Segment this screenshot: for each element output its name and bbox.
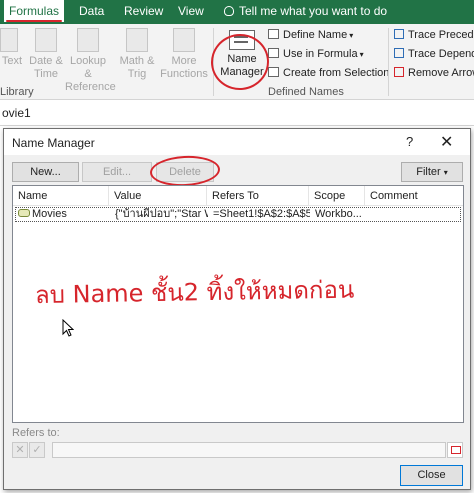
math-trig-button[interactable]: Math & Trig: [117, 28, 157, 81]
filter-label: Filter: [416, 166, 441, 178]
text-functions-label: Text: [1, 55, 23, 67]
trace-dependents-label: Trace Depende: [408, 48, 474, 60]
column-header-refers-to[interactable]: Refers To: [207, 186, 309, 206]
bulb-icon: [224, 6, 234, 16]
name-tag-icon: [18, 209, 30, 217]
cell-refers-to: =Sheet1!$A$2:$A$5: [213, 208, 310, 220]
red-circle-annotation: [149, 154, 221, 188]
column-header-scope[interactable]: Scope: [309, 186, 365, 206]
column-header-name[interactable]: Name: [13, 186, 109, 206]
defined-names-group-label: Defined Names: [268, 86, 344, 98]
trace-dependents-icon: [394, 48, 404, 58]
dialog-title: Name Manager: [12, 136, 95, 150]
text-functions-button[interactable]: Text: [0, 28, 24, 68]
name-manager-dialog: Name Manager ? ✕ New... Edit... Delete F…: [3, 128, 471, 490]
text-icon: [0, 28, 18, 52]
math-trig-label: Math & Trig: [119, 55, 155, 80]
remove-arrows-button[interactable]: Remove Arrow: [394, 64, 474, 82]
chevron-down-icon: ▾: [359, 50, 364, 59]
more-functions-button[interactable]: More Functions: [158, 28, 210, 81]
cell-name: Movies: [18, 208, 110, 221]
cursor-icon: [62, 319, 74, 337]
cancel-edit-icon[interactable]: ✕: [12, 442, 28, 458]
collapse-dialog-icon[interactable]: [447, 442, 463, 458]
edit-button[interactable]: Edit...: [82, 162, 152, 182]
define-name-icon: [268, 29, 279, 39]
cell-name-text: Movies: [32, 208, 67, 220]
create-from-selection-button[interactable]: Create from Selection: [268, 64, 389, 82]
cell-scope: Workbo...: [315, 208, 362, 220]
lookup-reference-button[interactable]: Lookup & Reference: [65, 28, 116, 94]
red-underline-annotation: [6, 20, 62, 22]
create-from-selection-icon: [268, 67, 279, 77]
magnifier-icon: [77, 28, 99, 52]
confirm-edit-icon[interactable]: ✓: [29, 442, 45, 458]
list-item[interactable]: Movies {"บ้านผีปอบ";"Star W... =Sheet1!$…: [15, 207, 461, 222]
filter-button[interactable]: Filter ▾: [401, 162, 463, 182]
tell-me-text: Tell me what you want to do: [239, 4, 388, 18]
theta-icon: [126, 28, 148, 52]
ribbon-separator: [388, 28, 389, 96]
name-box[interactable]: ovie1: [0, 103, 80, 123]
trace-precedents-icon: [394, 29, 404, 39]
help-button[interactable]: ?: [406, 134, 413, 149]
create-from-selection-label: Create from Selection: [283, 67, 390, 79]
close-button[interactable]: Close: [400, 465, 463, 486]
close-icon[interactable]: ✕: [440, 132, 453, 152]
column-header-comment[interactable]: Comment: [365, 186, 463, 206]
define-name-label: Define Name: [283, 29, 348, 41]
trace-precedents-button[interactable]: Trace Preceden: [394, 26, 474, 44]
remove-arrows-icon: [394, 67, 404, 77]
library-group-label: Library: [0, 86, 34, 98]
remove-arrows-label: Remove Arrow: [408, 67, 474, 79]
date-time-button[interactable]: Date & Time: [27, 28, 65, 81]
trace-precedents-label: Trace Preceden: [408, 29, 474, 41]
dialog-titlebar[interactable]: Name Manager ? ✕: [4, 129, 470, 155]
new-button[interactable]: New...: [12, 162, 79, 182]
cell-value: {"บ้านผีปอบ";"Star W...: [115, 208, 208, 220]
date-time-label: Date & Time: [29, 55, 63, 80]
tell-me-search[interactable]: Tell me what you want to do: [224, 0, 474, 24]
chevron-down-icon: ▾: [349, 31, 354, 40]
trace-dependents-button[interactable]: Trace Depende: [394, 45, 474, 63]
define-name-button[interactable]: Define Name ▾: [268, 26, 353, 44]
names-list[interactable]: Name Value Refers To Scope Comment Movie…: [12, 185, 464, 423]
handwritten-annotation: ลบ Name ชั้น2 ทิ้งให้หมดก่อน: [34, 275, 355, 310]
use-in-formula-icon: [268, 48, 279, 58]
use-in-formula-button[interactable]: Use in Formula ▾: [268, 45, 364, 63]
tab-view[interactable]: View: [178, 0, 204, 24]
calendar-icon: [35, 28, 57, 52]
list-header: Name Value Refers To Scope Comment: [13, 186, 463, 206]
lookup-reference-label: Lookup & Reference: [65, 55, 116, 93]
tab-review[interactable]: Review: [124, 0, 163, 24]
refers-to-input[interactable]: [52, 442, 446, 458]
use-in-formula-label: Use in Formula: [283, 48, 358, 60]
more-functions-label: More Functions: [160, 55, 208, 80]
chevron-down-icon: ▾: [443, 168, 448, 177]
ellipsis-icon: [173, 28, 195, 52]
ribbon-tab-bar: Formulas Data Review View Tell me what y…: [0, 0, 474, 24]
refers-to-label: Refers to:: [12, 427, 60, 439]
tab-data[interactable]: Data: [79, 0, 104, 24]
formula-bar: ovie1: [0, 100, 474, 126]
column-header-value[interactable]: Value: [109, 186, 207, 206]
